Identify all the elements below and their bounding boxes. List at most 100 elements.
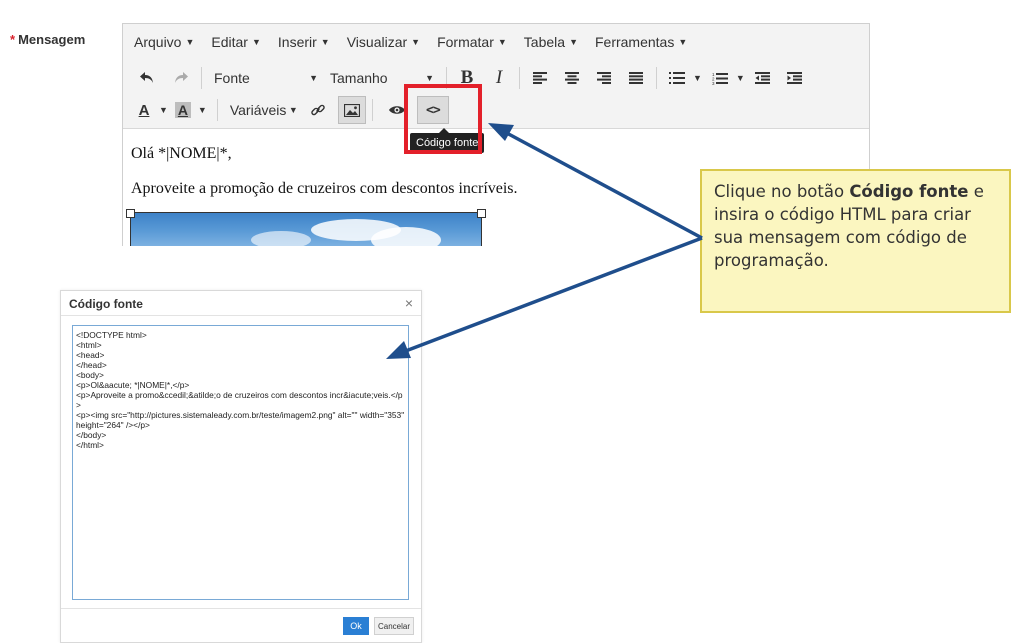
ok-button[interactable]: Ok <box>343 617 369 635</box>
menu-inserir[interactable]: Inserir ▼ <box>278 34 330 50</box>
font-select[interactable]: Fonte ▼ <box>208 64 324 92</box>
bold-button[interactable]: B <box>453 64 481 92</box>
chevron-down-icon[interactable]: ▼ <box>693 73 702 83</box>
align-justify-icon <box>629 72 643 84</box>
chevron-down-icon[interactable]: ▼ <box>736 73 745 83</box>
redo-icon <box>175 72 188 83</box>
redo-button[interactable] <box>167 64 195 92</box>
align-left-button[interactable] <box>526 64 554 92</box>
menu-editar-label: Editar <box>211 34 248 50</box>
image-cloud <box>371 227 441 246</box>
dialog-header: Código fonte × <box>61 291 421 316</box>
align-left-icon <box>533 72 547 84</box>
font-select-label: Fonte <box>214 70 250 86</box>
background-color-button[interactable]: A <box>172 96 194 124</box>
outdent-button[interactable] <box>749 64 777 92</box>
required-mark: * <box>10 32 16 47</box>
svg-text:3: 3 <box>712 81 715 85</box>
menu-visualizar[interactable]: Visualizar ▼ <box>347 34 420 50</box>
menu-visualizar-label: Visualizar <box>346 34 408 50</box>
menu-inserir-label: Inserir <box>277 34 317 50</box>
chevron-down-icon: ▼ <box>309 73 318 83</box>
content-image[interactable] <box>130 212 482 246</box>
image-cloud <box>251 231 311 246</box>
toolbar-separator <box>446 67 447 89</box>
undo-icon <box>140 72 153 83</box>
toolbar-separator <box>216 99 218 121</box>
resize-handle[interactable] <box>477 209 486 218</box>
bullet-list-button[interactable] <box>663 64 691 92</box>
menu-formatar[interactable]: Formatar ▼ <box>437 34 507 50</box>
resize-handle[interactable] <box>126 209 135 218</box>
instruction-callout: Clique no botão Código fonte e insira o … <box>700 169 1011 313</box>
align-justify-button[interactable] <box>622 64 650 92</box>
chevron-down-icon: ▼ <box>251 37 261 47</box>
menu-arquivo[interactable]: Arquivo ▼ <box>134 34 194 50</box>
menu-formatar-label: Formatar <box>437 34 494 50</box>
field-label: * Mensagem <box>10 32 85 47</box>
chevron-down-icon: ▼ <box>411 37 421 47</box>
chevron-down-icon: ▼ <box>569 37 578 47</box>
align-right-button[interactable] <box>590 64 618 92</box>
arrow-to-dialog <box>402 236 703 354</box>
callout-prefix: Clique no botão <box>714 182 850 201</box>
editor-toolbar: Arquivo ▼ Editar ▼ Inserir ▼ Visualizar ▼ Fo… <box>123 24 869 129</box>
menu-ferramentas[interactable]: Ferramentas ▼ <box>595 34 687 50</box>
field-label-text: Mensagem <box>18 32 86 47</box>
chevron-down-icon: ▼ <box>288 105 298 115</box>
toolbar-separator <box>201 67 202 89</box>
source-code-icon: <> <box>426 102 441 118</box>
menu-ferramentas-label: Ferramentas <box>594 34 675 50</box>
chevron-down-icon: ▼ <box>497 37 507 47</box>
toolbar-row-2: A ▼ A ▼ Variáveis ▼ <> <box>123 94 449 126</box>
chevron-down-icon: ▼ <box>320 37 330 47</box>
link-icon <box>311 104 325 116</box>
toolbar-separator <box>656 67 657 89</box>
content-promo-text: Aproveite a promoção de cruzeiros com de… <box>131 180 518 197</box>
source-code-textarea[interactable]: <!DOCTYPE html> <html> <head> </head> <b… <box>72 325 409 600</box>
text-color-button[interactable]: A <box>133 96 155 124</box>
menu-tabela-label: Tabela <box>523 34 566 50</box>
size-select-label: Tamanho <box>330 70 388 86</box>
image-button[interactable] <box>337 96 366 124</box>
preview-button[interactable] <box>383 96 411 124</box>
source-code-button[interactable]: <> <box>416 96 449 124</box>
source-code-tooltip: Código fonte <box>410 128 485 153</box>
chevron-down-icon[interactable]: ▼ <box>159 105 168 115</box>
preview-eye-icon <box>388 106 405 114</box>
link-button[interactable] <box>304 96 332 124</box>
numbered-list-icon: 123 <box>712 72 728 85</box>
cancel-button[interactable]: Cancelar <box>374 617 414 635</box>
dialog-footer: Ok Cancelar <box>61 608 421 643</box>
align-right-icon <box>597 72 611 84</box>
editor-menubar: Arquivo ▼ Editar ▼ Inserir ▼ Visualizar ▼ Fo… <box>123 24 704 60</box>
indent-button[interactable] <box>781 64 809 92</box>
variables-label: Variáveis <box>229 102 287 118</box>
indent-icon <box>787 72 803 84</box>
chevron-down-icon: ▼ <box>425 73 434 83</box>
dialog-title: Código fonte <box>69 297 143 311</box>
background-color-letter: A <box>174 102 191 118</box>
bullet-list-icon <box>669 72 685 84</box>
chevron-down-icon: ▼ <box>185 37 195 47</box>
align-center-button[interactable] <box>558 64 586 92</box>
numbered-list-button[interactable]: 123 <box>706 64 734 92</box>
menu-editar[interactable]: Editar ▼ <box>211 34 261 50</box>
align-center-icon <box>565 72 579 84</box>
italic-button[interactable]: I <box>485 64 513 92</box>
variables-dropdown[interactable]: Variáveis ▼ <box>224 96 304 124</box>
toolbar-separator <box>371 99 373 121</box>
toolbar-separator <box>519 67 520 89</box>
content-greeting: Olá *|NOME|*, <box>131 145 232 162</box>
size-select[interactable]: Tamanho ▼ <box>324 64 440 92</box>
toolbar-row-1: Fonte ▼ Tamanho ▼ B I ▼ 123 ▼ <box>123 62 809 94</box>
menu-tabela[interactable]: Tabela ▼ <box>524 34 578 50</box>
close-icon[interactable]: × <box>405 295 413 311</box>
callout-bold: Código fonte <box>849 182 969 201</box>
image-icon <box>343 103 360 117</box>
outdent-icon <box>755 72 771 84</box>
menu-arquivo-label: Arquivo <box>134 34 182 50</box>
undo-button[interactable] <box>133 64 161 92</box>
source-code-dialog: Código fonte × <!DOCTYPE html> <html> <h… <box>60 290 422 643</box>
chevron-down-icon[interactable]: ▼ <box>198 105 207 115</box>
